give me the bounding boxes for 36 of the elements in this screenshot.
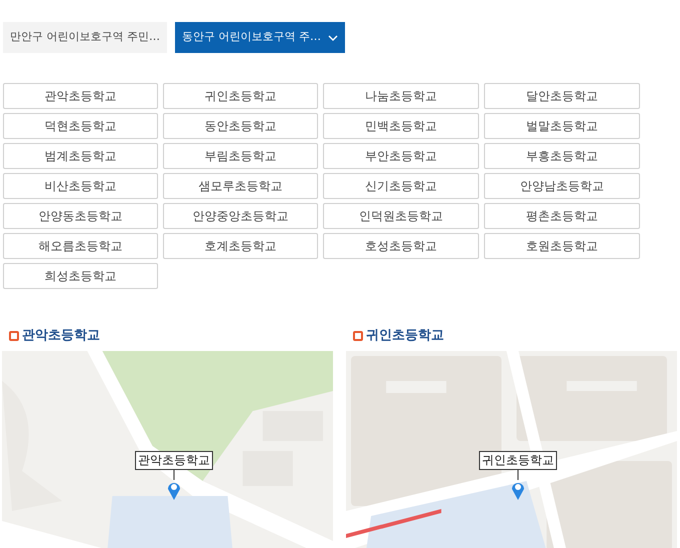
square-icon bbox=[353, 331, 363, 341]
school-button[interactable]: 부림초등학교 bbox=[163, 143, 318, 169]
school-button[interactable]: 부안초등학교 bbox=[323, 143, 479, 169]
school-button[interactable]: 관악초등학교 bbox=[3, 83, 158, 109]
school-button[interactable]: 벌말초등학교 bbox=[484, 113, 640, 139]
school-button[interactable]: 부흥초등학교 bbox=[484, 143, 640, 169]
map-title: 관악초등학교 bbox=[22, 327, 100, 346]
school-button[interactable]: 달안초등학교 bbox=[484, 83, 640, 109]
school-button[interactable]: 나눔초등학교 bbox=[323, 83, 479, 109]
school-button[interactable]: 비산초등학교 bbox=[3, 173, 158, 199]
map-pin-icon[interactable] bbox=[167, 470, 181, 500]
school-button[interactable]: 안양동초등학교 bbox=[3, 203, 158, 229]
school-button[interactable]: 신기초등학교 bbox=[323, 173, 479, 199]
school-button[interactable]: 해오름초등학교 bbox=[3, 233, 158, 259]
map-title: 귀인초등학교 bbox=[366, 327, 444, 346]
school-button[interactable]: 평촌초등학교 bbox=[484, 203, 640, 229]
school-button[interactable]: 안양남초등학교 bbox=[484, 173, 640, 199]
marker-label: 귀인초등학교 bbox=[479, 451, 557, 470]
chevron-down-icon bbox=[328, 34, 338, 40]
school-button[interactable]: 희성초등학교 bbox=[3, 263, 158, 289]
district-dropdown[interactable]: 동안구 어린이보호구역 주… bbox=[175, 22, 345, 53]
school-button[interactable]: 귀인초등학교 bbox=[163, 83, 318, 109]
school-button[interactable]: 호계초등학교 bbox=[163, 233, 318, 259]
school-button[interactable]: 민백초등학교 bbox=[323, 113, 479, 139]
school-button[interactable]: 샘모루초등학교 bbox=[163, 173, 318, 199]
school-button[interactable]: 호원초등학교 bbox=[484, 233, 640, 259]
school-button[interactable]: 덕현초등학교 bbox=[3, 113, 158, 139]
school-button[interactable]: 호성초등학교 bbox=[323, 233, 479, 259]
district-dropdown[interactable]: 만안구 어린이보호구역 주민… bbox=[3, 22, 167, 53]
school-button[interactable]: 안양중앙초등학교 bbox=[163, 203, 318, 229]
square-icon bbox=[9, 331, 19, 341]
marker-label: 관악초등학교 bbox=[135, 451, 213, 470]
map-pin-icon[interactable] bbox=[511, 470, 525, 500]
school-button[interactable]: 동안초등학교 bbox=[163, 113, 318, 139]
school-button[interactable]: 인덕원초등학교 bbox=[323, 203, 479, 229]
school-button[interactable]: 범계초등학교 bbox=[3, 143, 158, 169]
